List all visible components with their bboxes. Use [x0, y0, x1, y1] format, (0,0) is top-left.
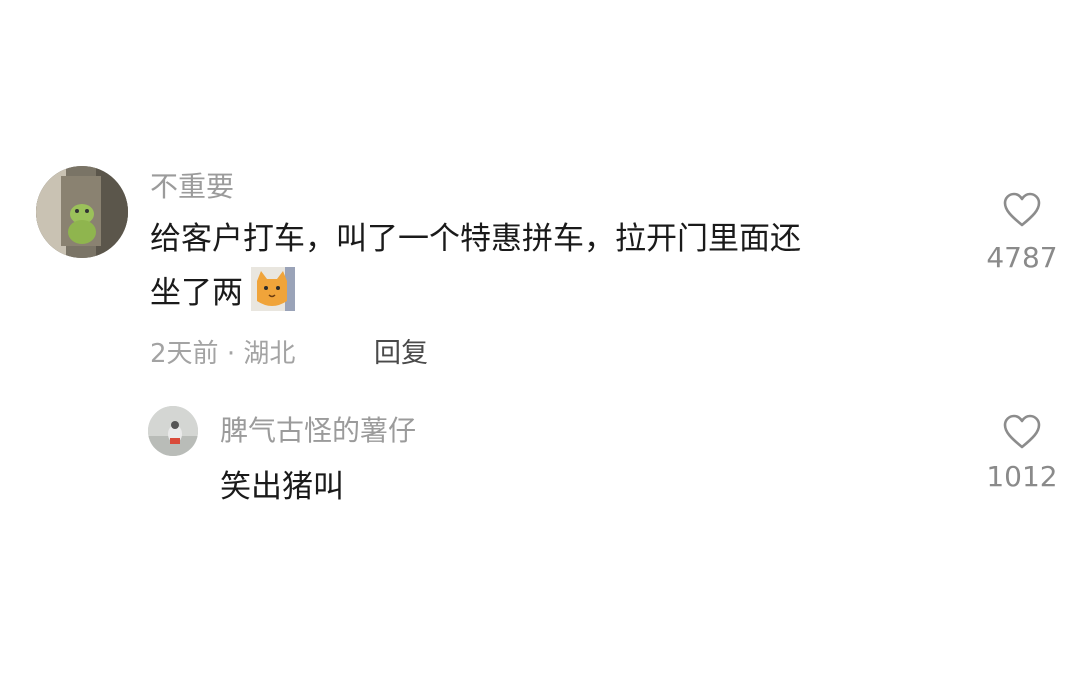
reply-like-button[interactable]: [1003, 414, 1041, 454]
comment-time: 2天前: [150, 339, 219, 369]
reply-username[interactable]: 脾气古怪的薯仔: [220, 414, 416, 448]
like-count: 4787: [986, 241, 1058, 274]
reply-avatar[interactable]: [148, 406, 198, 456]
heart-icon: [1003, 192, 1041, 227]
reply-like-count: 1012: [986, 460, 1058, 493]
cat-face-emoji-icon: [251, 267, 295, 311]
like-button[interactable]: [1003, 192, 1041, 232]
comment-text-line-1: 给客户打车，叫了一个特惠拼车，拉开门里面还: [150, 221, 801, 257]
comment-location: 湖北: [243, 339, 296, 369]
avatar-image: [36, 166, 128, 258]
comment-username[interactable]: 不重要: [150, 170, 234, 204]
comment-text-line-2: 坐了两: [150, 266, 970, 320]
comment-text-line-2-text: 坐了两: [150, 275, 243, 311]
comment-meta: 2天前 · 湖北: [150, 338, 295, 370]
meta-separator: ·: [226, 339, 236, 369]
reply-text: 笑出猪叫: [220, 469, 344, 505]
comment-text: 给客户打车，叫了一个特惠拼车，拉开门里面还 坐了两: [150, 212, 970, 320]
reply-button[interactable]: 回复: [374, 338, 428, 370]
avatar[interactable]: [36, 166, 128, 258]
reply-avatar-image: [148, 406, 198, 456]
heart-icon: [1003, 414, 1041, 449]
